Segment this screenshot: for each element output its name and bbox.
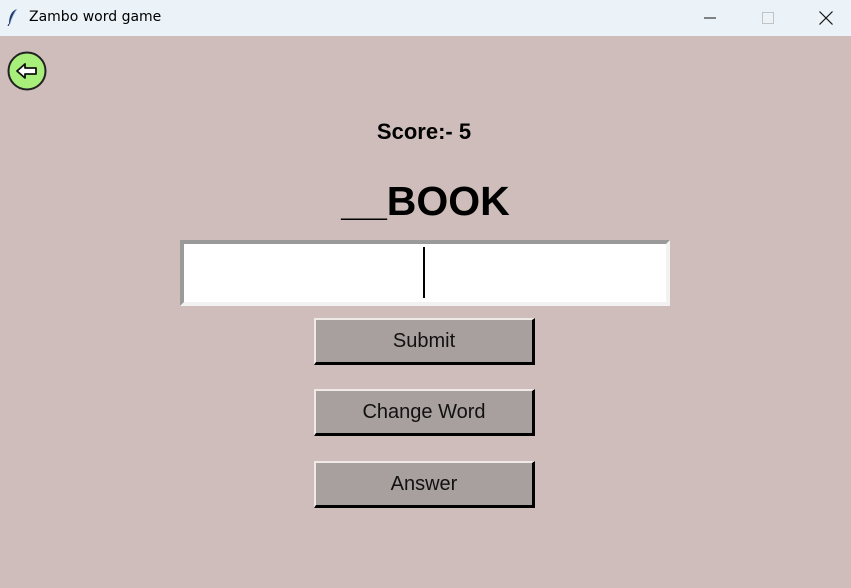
window-title: Zambo word game [29,9,162,25]
scrambled-word: __BOOK [341,178,510,224]
answer-input[interactable] [180,240,670,306]
close-button[interactable] [797,0,851,36]
submit-button[interactable]: Submit [314,318,535,365]
minimize-icon [704,17,716,19]
score-label: Score:- 5 [0,119,851,145]
title-bar: Zambo word game [0,0,851,36]
close-icon [819,11,833,25]
app-window: Zambo word game Score:- 5 __BOOK Submit … [0,0,851,588]
back-button[interactable] [7,51,47,91]
change-word-button[interactable]: Change Word [314,389,535,436]
minimize-button[interactable] [681,0,739,36]
text-caret [423,247,425,298]
score-text: Score:- 5 [376,119,472,144]
maximize-icon [762,12,774,24]
feather-icon [7,8,18,26]
answer-button[interactable]: Answer [314,461,535,508]
maximize-button[interactable] [739,0,797,36]
